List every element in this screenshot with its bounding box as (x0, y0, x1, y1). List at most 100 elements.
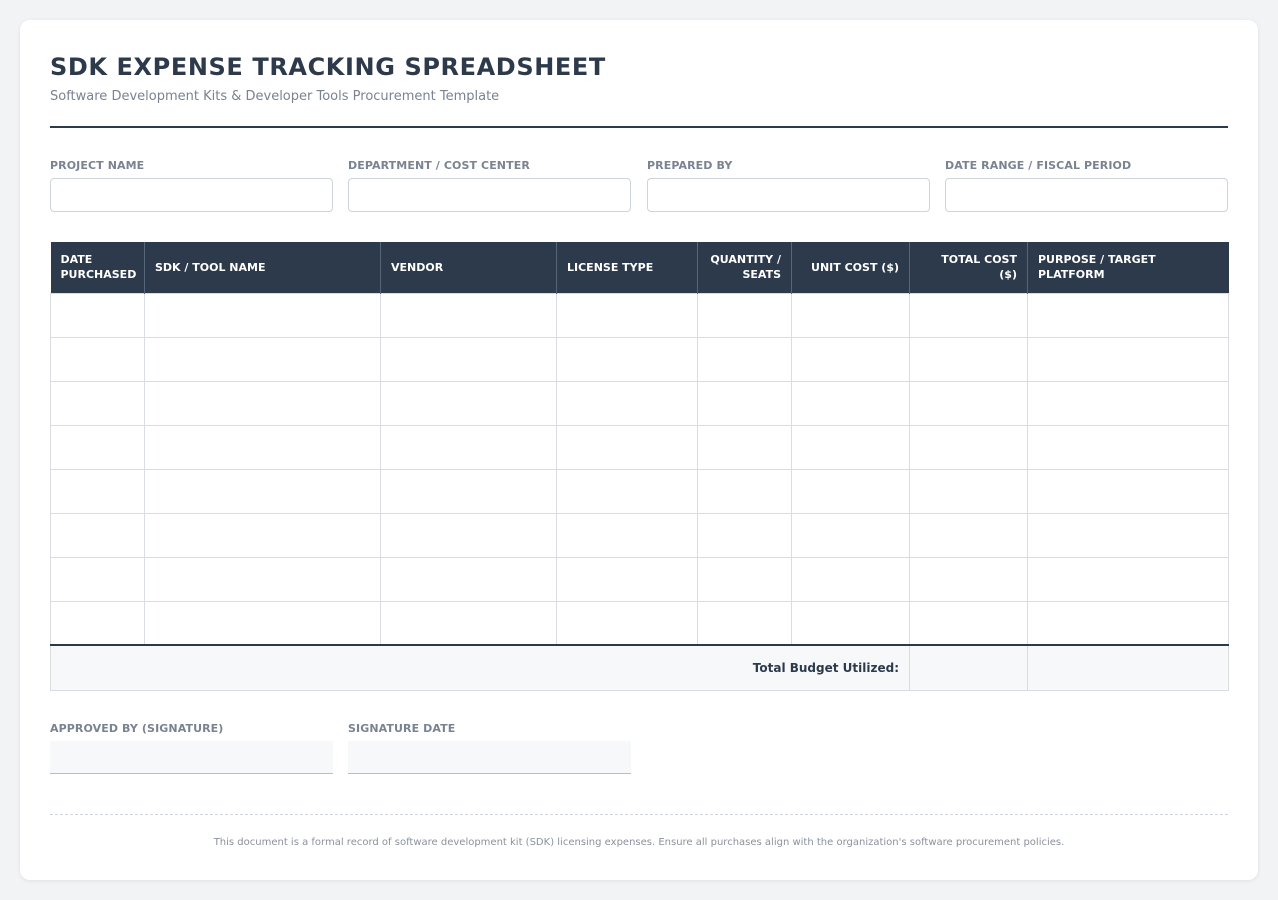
cell-license-type[interactable] (556, 600, 698, 646)
document-card: SDK EXPENSE TRACKING SPREADSHEET Softwar… (20, 20, 1258, 880)
approved-by-signature-box[interactable] (50, 741, 333, 774)
cell-sdk-tool-name[interactable] (144, 600, 381, 646)
department-field: DEPARTMENT / COST CENTER (348, 159, 631, 212)
cell-license-type[interactable] (556, 512, 698, 558)
cell-sdk-tool-name[interactable] (144, 292, 381, 338)
cell-license-type[interactable] (556, 336, 698, 382)
cell-license-type[interactable] (556, 556, 698, 602)
cell-purpose[interactable] (1027, 600, 1229, 646)
total-budget-label: Total Budget Utilized: (50, 644, 910, 691)
cell-quantity-seats[interactable] (697, 556, 792, 602)
page-subtitle: Software Development Kits & Developer To… (50, 89, 500, 104)
cell-date-purchased[interactable] (50, 512, 145, 558)
cell-license-type[interactable] (556, 424, 698, 470)
cell-unit-cost[interactable] (791, 512, 910, 558)
cell-vendor[interactable] (380, 292, 557, 338)
cell-unit-cost[interactable] (791, 600, 910, 646)
table-row (50, 380, 1229, 426)
cell-vendor[interactable] (380, 336, 557, 382)
cell-sdk-tool-name[interactable] (144, 556, 381, 602)
table-header-row: DATE PURCHASED SDK / TOOL NAME VENDOR LI… (50, 242, 1229, 293)
column-header-sdk-tool-name: SDK / TOOL NAME (144, 242, 381, 293)
cell-total-cost[interactable] (909, 556, 1028, 602)
cell-purpose[interactable] (1027, 380, 1229, 426)
cell-quantity-seats[interactable] (697, 380, 792, 426)
cell-license-type[interactable] (556, 380, 698, 426)
cell-date-purchased[interactable] (50, 468, 145, 514)
cell-sdk-tool-name[interactable] (144, 380, 381, 426)
cell-date-purchased[interactable] (50, 600, 145, 646)
table-row (50, 424, 1229, 470)
cell-purpose[interactable] (1027, 336, 1229, 382)
date-range-input[interactable] (945, 178, 1228, 212)
cell-total-cost[interactable] (909, 600, 1028, 646)
cell-total-cost[interactable] (909, 336, 1028, 382)
cell-vendor[interactable] (380, 512, 557, 558)
total-row: Total Budget Utilized: (50, 644, 1229, 691)
cell-quantity-seats[interactable] (697, 424, 792, 470)
department-input[interactable] (348, 178, 631, 212)
cell-total-cost[interactable] (909, 512, 1028, 558)
footer-divider (50, 814, 1228, 815)
prepared-by-input[interactable] (647, 178, 930, 212)
table-row (50, 292, 1229, 338)
cell-license-type[interactable] (556, 292, 698, 338)
signature-date-field: SIGNATURE DATE (348, 722, 631, 774)
column-header-date-purchased: DATE PURCHASED (50, 242, 145, 293)
cell-purpose[interactable] (1027, 424, 1229, 470)
cell-sdk-tool-name[interactable] (144, 336, 381, 382)
column-header-quantity-seats: QUANTITY / SEATS (697, 242, 792, 293)
cell-sdk-tool-name[interactable] (144, 424, 381, 470)
cell-date-purchased[interactable] (50, 336, 145, 382)
cell-quantity-seats[interactable] (697, 468, 792, 514)
cell-date-purchased[interactable] (50, 380, 145, 426)
cell-date-purchased[interactable] (50, 292, 145, 338)
cell-unit-cost[interactable] (791, 380, 910, 426)
cell-purpose[interactable] (1027, 468, 1229, 514)
cell-date-purchased[interactable] (50, 424, 145, 470)
cell-quantity-seats[interactable] (697, 336, 792, 382)
cell-unit-cost[interactable] (791, 424, 910, 470)
cell-vendor[interactable] (380, 424, 557, 470)
approved-by-label: APPROVED BY (SIGNATURE) (50, 722, 224, 735)
cell-quantity-seats[interactable] (697, 512, 792, 558)
column-header-vendor: VENDOR (380, 242, 557, 293)
cell-total-cost[interactable] (909, 380, 1028, 426)
table-row (50, 600, 1229, 646)
table-row (50, 556, 1229, 602)
cell-purpose[interactable] (1027, 292, 1229, 338)
project-name-label: PROJECT NAME (50, 159, 145, 172)
project-name-field: PROJECT NAME (50, 159, 333, 212)
cell-quantity-seats[interactable] (697, 292, 792, 338)
table-row (50, 468, 1229, 514)
prepared-by-label: PREPARED BY (647, 159, 733, 172)
project-name-input[interactable] (50, 178, 333, 212)
cell-total-cost[interactable] (909, 424, 1028, 470)
footer-note: This document is a formal record of soft… (213, 837, 1065, 848)
cell-vendor[interactable] (380, 556, 557, 602)
cell-vendor[interactable] (380, 468, 557, 514)
cell-date-purchased[interactable] (50, 556, 145, 602)
cell-quantity-seats[interactable] (697, 600, 792, 646)
cell-unit-cost[interactable] (791, 292, 910, 338)
table-body (50, 292, 1229, 646)
signature-date-box[interactable] (348, 741, 631, 774)
expense-table: DATE PURCHASED SDK / TOOL NAME VENDOR LI… (50, 242, 1229, 691)
page-title: SDK EXPENSE TRACKING SPREADSHEET (50, 53, 606, 81)
cell-purpose[interactable] (1027, 556, 1229, 602)
cell-unit-cost[interactable] (791, 336, 910, 382)
cell-unit-cost[interactable] (791, 556, 910, 602)
total-budget-value[interactable] (909, 644, 1028, 691)
cell-total-cost[interactable] (909, 468, 1028, 514)
cell-unit-cost[interactable] (791, 468, 910, 514)
cell-license-type[interactable] (556, 468, 698, 514)
cell-total-cost[interactable] (909, 292, 1028, 338)
cell-sdk-tool-name[interactable] (144, 512, 381, 558)
cell-vendor[interactable] (380, 600, 557, 646)
cell-sdk-tool-name[interactable] (144, 468, 381, 514)
date-range-label: DATE RANGE / FISCAL PERIOD (945, 159, 1132, 172)
cell-vendor[interactable] (380, 380, 557, 426)
column-header-purpose: PURPOSE / TARGET PLATFORM (1027, 242, 1229, 293)
total-row-spacer (1027, 644, 1229, 691)
cell-purpose[interactable] (1027, 512, 1229, 558)
